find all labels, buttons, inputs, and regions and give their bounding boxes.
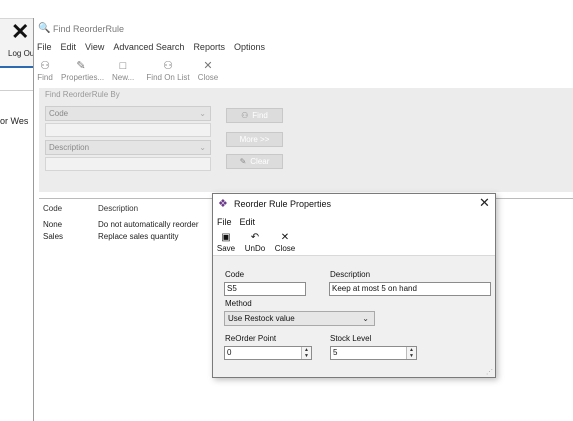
spin-down-icon[interactable]: ▼	[407, 353, 416, 359]
second-field-value: Description	[49, 143, 90, 152]
find-button[interactable]: ⚇ Find	[226, 108, 283, 123]
toolbar-close-button[interactable]: ✕ Close	[197, 60, 219, 82]
dialog-save-button[interactable]: ▣ Save	[216, 232, 236, 253]
toolbar-find-on-list-button[interactable]: ⚇ Find On List	[146, 60, 190, 82]
menu-file[interactable]: File	[37, 40, 52, 54]
new-document-icon: □	[119, 60, 127, 72]
active-tab-indicator	[0, 66, 36, 68]
dialog-menubar: File Edit	[213, 214, 495, 230]
find-button-label: Find	[252, 111, 268, 120]
stock-level-value: 5	[333, 348, 338, 357]
toolbar-new-button[interactable]: □ New...	[112, 60, 134, 82]
find-window-toolbar: ⚇ Find ✎ Properties... □ New... ⚇ Find O…	[34, 56, 573, 86]
clear-button-label: Clear	[250, 157, 270, 166]
close-icon[interactable]: ✕	[479, 196, 490, 210]
menu-advanced-search[interactable]: Advanced Search	[113, 40, 184, 54]
chevron-down-icon: ⌄	[199, 109, 206, 118]
stock-level-stepper[interactable]: 5 ▲ ▼	[330, 346, 417, 360]
second-field-input[interactable]	[45, 157, 211, 171]
method-label: Method	[225, 299, 252, 308]
description-input[interactable]: Keep at most 5 on hand	[329, 282, 491, 296]
toolbar-find-label: Find	[37, 73, 53, 82]
dialog-title: Reorder Rule Properties	[234, 199, 332, 209]
dialog-toolbar: ▣ Save ↶ UnDo ✕ Close	[213, 230, 495, 256]
find-window-menubar: File Edit View Advanced Search Reports Option…	[34, 40, 573, 54]
code-label: Code	[225, 270, 245, 279]
binoculars-icon: ⚇	[40, 60, 50, 72]
reorder-rule-icon: ❖	[218, 198, 228, 210]
code-input[interactable]: S5	[224, 282, 306, 296]
spinner-buttons[interactable]: ▲ ▼	[301, 347, 311, 359]
background-divider	[0, 90, 36, 91]
resize-grip-icon[interactable]: ⋰	[486, 368, 493, 376]
method-select[interactable]: Use Restock value ⌄	[224, 311, 375, 326]
find-criteria-panel: Find ReorderRule By Code ⌄ Description ⌄…	[39, 88, 573, 192]
undo-icon: ↶	[250, 232, 260, 243]
background-side-text: or Wes	[0, 116, 29, 126]
menu-options[interactable]: Options	[234, 40, 265, 54]
find-window-title: Find ReorderRule	[53, 24, 125, 34]
row-description: Replace sales quantity	[98, 232, 179, 241]
toolbar-close-label: Close	[197, 73, 219, 82]
more-button[interactable]: More >>	[226, 132, 283, 147]
row-code: None	[43, 220, 63, 229]
close-icon: ✕	[280, 232, 290, 243]
toolbar-properties-label: Properties...	[61, 73, 105, 82]
description-label: Description	[330, 270, 371, 279]
toolbar-new-label: New...	[112, 73, 135, 82]
column-header-code[interactable]: Code	[43, 204, 62, 213]
clear-button[interactable]: ✎ Clear	[226, 154, 283, 169]
binoculars-icon: ⚇	[241, 111, 249, 120]
menu-edit[interactable]: Edit	[61, 40, 77, 54]
method-value: Use Restock value	[228, 314, 295, 323]
properties-icon: ✎	[76, 60, 86, 72]
close-x-icon: ✕	[11, 19, 30, 44]
logout-button[interactable]: ✕ Log Out	[0, 18, 36, 66]
dialog-close-button[interactable]: ✕ Close	[273, 232, 297, 253]
toolbar-find-on-list-label: Find On List	[146, 73, 190, 82]
menu-view[interactable]: View	[85, 40, 104, 54]
chevron-down-icon: ⌄	[362, 314, 369, 323]
undo-label: UnDo	[244, 244, 266, 253]
row-code: Sales	[43, 232, 64, 241]
row-description: Do not automatically reorder	[98, 220, 199, 229]
first-field-input[interactable]	[45, 123, 211, 137]
toolbar-find-button[interactable]: ⚇ Find	[36, 60, 54, 82]
chevron-down-icon: ⌄	[199, 143, 206, 152]
close-icon: ✕	[203, 60, 213, 72]
dialog-titlebar: ❖ Reorder Rule Properties ✕	[213, 194, 495, 214]
more-button-label: More >>	[239, 135, 270, 144]
spinner-buttons[interactable]: ▲ ▼	[406, 347, 416, 359]
spin-down-icon[interactable]: ▼	[302, 353, 311, 359]
save-label: Save	[216, 244, 236, 253]
reorder-rule-properties-dialog: ❖ Reorder Rule Properties ✕ File Edit ▣ S…	[212, 193, 496, 378]
binoculars-icon: ⚇	[163, 60, 173, 72]
menu-reports[interactable]: Reports	[193, 40, 225, 54]
find-by-group-label: Find ReorderRule By	[45, 90, 120, 99]
dialog-menu-edit[interactable]: Edit	[240, 214, 256, 230]
column-header-description[interactable]: Description	[98, 204, 138, 213]
second-field-select[interactable]: Description ⌄	[45, 140, 211, 155]
first-field-select[interactable]: Code ⌄	[45, 106, 211, 121]
floppy-disk-icon: ▣	[221, 232, 231, 243]
background-top	[0, 0, 573, 18]
stock-level-label: Stock Level	[330, 334, 372, 343]
first-field-value: Code	[49, 109, 69, 118]
reorder-point-value: 0	[227, 348, 232, 357]
reorder-point-label: ReOrder Point	[225, 334, 277, 343]
eraser-icon: ✎	[239, 157, 247, 166]
dialog-menu-file[interactable]: File	[217, 214, 232, 230]
reorder-point-stepper[interactable]: 0 ▲ ▼	[224, 346, 312, 360]
close-label: Close	[274, 244, 296, 253]
dialog-undo-button[interactable]: ↶ UnDo	[243, 232, 267, 253]
toolbar-properties-button[interactable]: ✎ Properties...	[61, 60, 105, 82]
find-window-titlebar: 🔍 Find ReorderRule	[34, 18, 573, 40]
binoculars-icon: 🔍	[38, 23, 51, 34]
